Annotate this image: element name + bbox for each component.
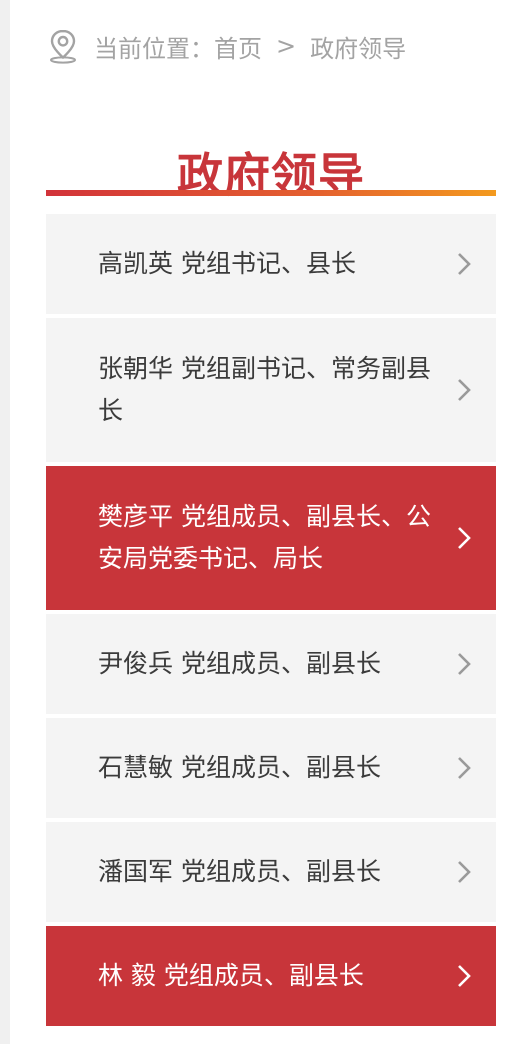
leader-item-1[interactable]: 高凯英 党组书记、县长 bbox=[46, 214, 496, 314]
leader-item-2[interactable]: 张朝华 党组副书记、常务副县长 bbox=[46, 318, 496, 462]
leader-item-label: 张朝华 党组副书记、常务副县长 bbox=[98, 354, 431, 425]
leader-item-6[interactable]: 潘国军 党组成员、副县长 bbox=[46, 822, 496, 922]
leader-item-label: 林 毅 党组成员、副县长 bbox=[98, 961, 364, 990]
leader-item-label: 石慧敏 党组成员、副县长 bbox=[98, 753, 381, 782]
leader-item-label: 高凯英 党组书记、县长 bbox=[98, 249, 356, 278]
leader-item-5[interactable]: 石慧敏 党组成员、副县长 bbox=[46, 718, 496, 818]
leader-item-label: 尹俊兵 党组成员、副县长 bbox=[98, 649, 381, 678]
chevron-right-icon bbox=[458, 379, 471, 401]
chevron-right-icon bbox=[458, 253, 471, 275]
chevron-right-icon bbox=[458, 965, 471, 987]
breadcrumb-home-link[interactable]: 首页 bbox=[214, 29, 262, 64]
chevron-right-icon bbox=[458, 527, 471, 549]
breadcrumb: 当前位置： 首页 > 政府领导 bbox=[46, 26, 406, 66]
chevron-right-icon bbox=[458, 757, 471, 779]
page-title: 政府领导 bbox=[177, 147, 365, 202]
leader-item-3[interactable]: 樊彦平 党组成员、副县长、公安局党委书记、局长 bbox=[46, 466, 496, 610]
breadcrumb-location-label: 当前位置： bbox=[94, 34, 214, 63]
chevron-right-icon bbox=[458, 653, 471, 675]
location-pin-icon bbox=[50, 29, 76, 64]
title-gradient-rule bbox=[46, 190, 496, 196]
leader-item-4[interactable]: 尹俊兵 党组成员、副县长 bbox=[46, 614, 496, 714]
leader-list: 高凯英 党组书记、县长 张朝华 党组副书记、常务副县长 樊彦平 党组成员、副县长… bbox=[46, 214, 496, 1030]
breadcrumb-current[interactable]: 政府领导 bbox=[310, 29, 406, 64]
leader-item-7[interactable]: 林 毅 党组成员、副县长 bbox=[46, 926, 496, 1026]
left-rail bbox=[0, 0, 10, 1044]
leader-item-label: 樊彦平 党组成员、副县长、公安局党委书记、局长 bbox=[98, 502, 431, 573]
leader-item-label: 潘国军 党组成员、副县长 bbox=[98, 857, 381, 886]
chevron-right-icon bbox=[458, 861, 471, 883]
breadcrumb-separator: > bbox=[276, 32, 297, 60]
